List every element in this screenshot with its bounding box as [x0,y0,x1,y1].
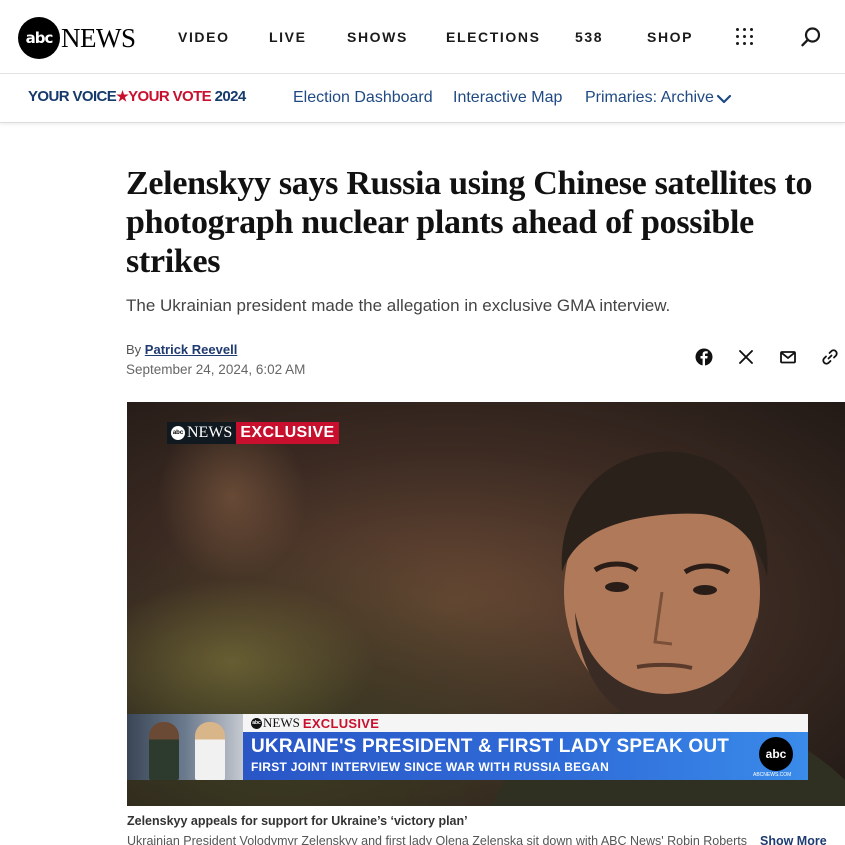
nav-shows[interactable]: SHOWS [347,29,408,45]
x-icon[interactable] [737,348,755,366]
thumb-person-1 [149,722,179,780]
lower-third-main: UKRAINE'S PRESIDENT & FIRST LADY SPEAK O… [243,732,808,780]
lower-tag-exclusive: EXCLUSIVE [302,715,380,731]
nav-shop[interactable]: SHOP [647,29,693,45]
abc-logo-circle: abc [18,17,60,59]
nav-video[interactable]: VIDEO [178,29,230,45]
byline: By Patrick Reevell [126,342,237,357]
lower-third-thumbnail [127,714,243,780]
article-subhead: The Ukrainian president made the allegat… [126,296,671,315]
thumb-person-2 [195,722,225,780]
subnav-interactive-map[interactable]: Interactive Map [453,89,562,107]
lower-tag-abc-logo: abc [251,717,262,729]
chevron-down-icon[interactable] [716,91,732,107]
byline-prefix: By [126,342,142,357]
article-headline: Zelenskyy says Russia using Chinese sate… [126,165,813,280]
lower-third-url: ABCNEWS.COM [753,772,792,778]
election-subnav: YOUR VOICE★YOUR VOTE 2024 Election Dashb… [0,74,845,123]
author-link[interactable]: Patrick Reevell [145,342,238,357]
brand-your-voice: YOUR VOICE [28,88,117,105]
facebook-icon[interactable] [695,348,713,366]
email-icon[interactable] [779,348,797,366]
lower-tag-news: NEWS [263,715,300,730]
exclusive-bug: abc NEWS EXCLUSIVE [167,422,339,444]
publish-date: September 24, 2024, 6:02 AM [126,362,306,377]
subnav-primaries-archive[interactable]: Primaries: Archive [585,89,714,107]
bug-abc-logo: abc [171,426,185,440]
link-icon[interactable] [821,348,839,366]
brand-star-icon: ★ [116,88,129,104]
grid-dots-icon[interactable] [736,28,754,46]
lower-third-tag: abc NEWS EXCLUSIVE [243,714,808,732]
lower-third-banner: abc NEWS EXCLUSIVE UKRAINE'S PRESIDENT &… [127,714,808,780]
subnav-election-dashboard[interactable]: Election Dashboard [293,89,433,107]
bug-abc-news: abc NEWS [167,422,237,444]
nav-live[interactable]: LIVE [269,29,307,45]
lower-third-title: UKRAINE'S PRESIDENT & FIRST LADY SPEAK O… [251,736,730,757]
your-voice-your-vote-brand[interactable]: YOUR VOICE★YOUR VOTE 2024 [28,88,246,105]
bug-exclusive-text: EXCLUSIVE [236,422,339,444]
video-player[interactable]: abc NEWS EXCLUSIVE abc NEWS EXCLUSIVE UK… [127,402,845,806]
video-caption-title: Zelenskyy appeals for support for Ukrain… [127,814,468,828]
top-navigation-bar: abc NEWS VIDEO LIVE SHOWS ELECTIONS 538 … [0,0,845,74]
search-icon[interactable] [800,26,822,48]
show-more-button[interactable]: Show More [760,834,827,845]
brand-year: 2024 [214,88,247,105]
lower-tag-abc-news: abc NEWS [251,715,300,731]
brand-your-vote: YOUR VOTE [128,88,212,105]
video-caption-text: Ukrainian President Volodymyr Zelenskyy … [127,834,748,845]
bug-news-text: NEWS [187,424,233,441]
abc-logo-icon: abc [759,737,793,771]
nav-538[interactable]: 538 [575,29,603,45]
lower-third-subtitle: FIRST JOINT INTERVIEW SINCE WAR WITH RUS… [251,760,610,774]
nav-elections[interactable]: ELECTIONS [446,29,541,45]
abc-news-logo[interactable]: abc NEWS [18,17,136,59]
news-logo-text: NEWS [61,22,136,53]
